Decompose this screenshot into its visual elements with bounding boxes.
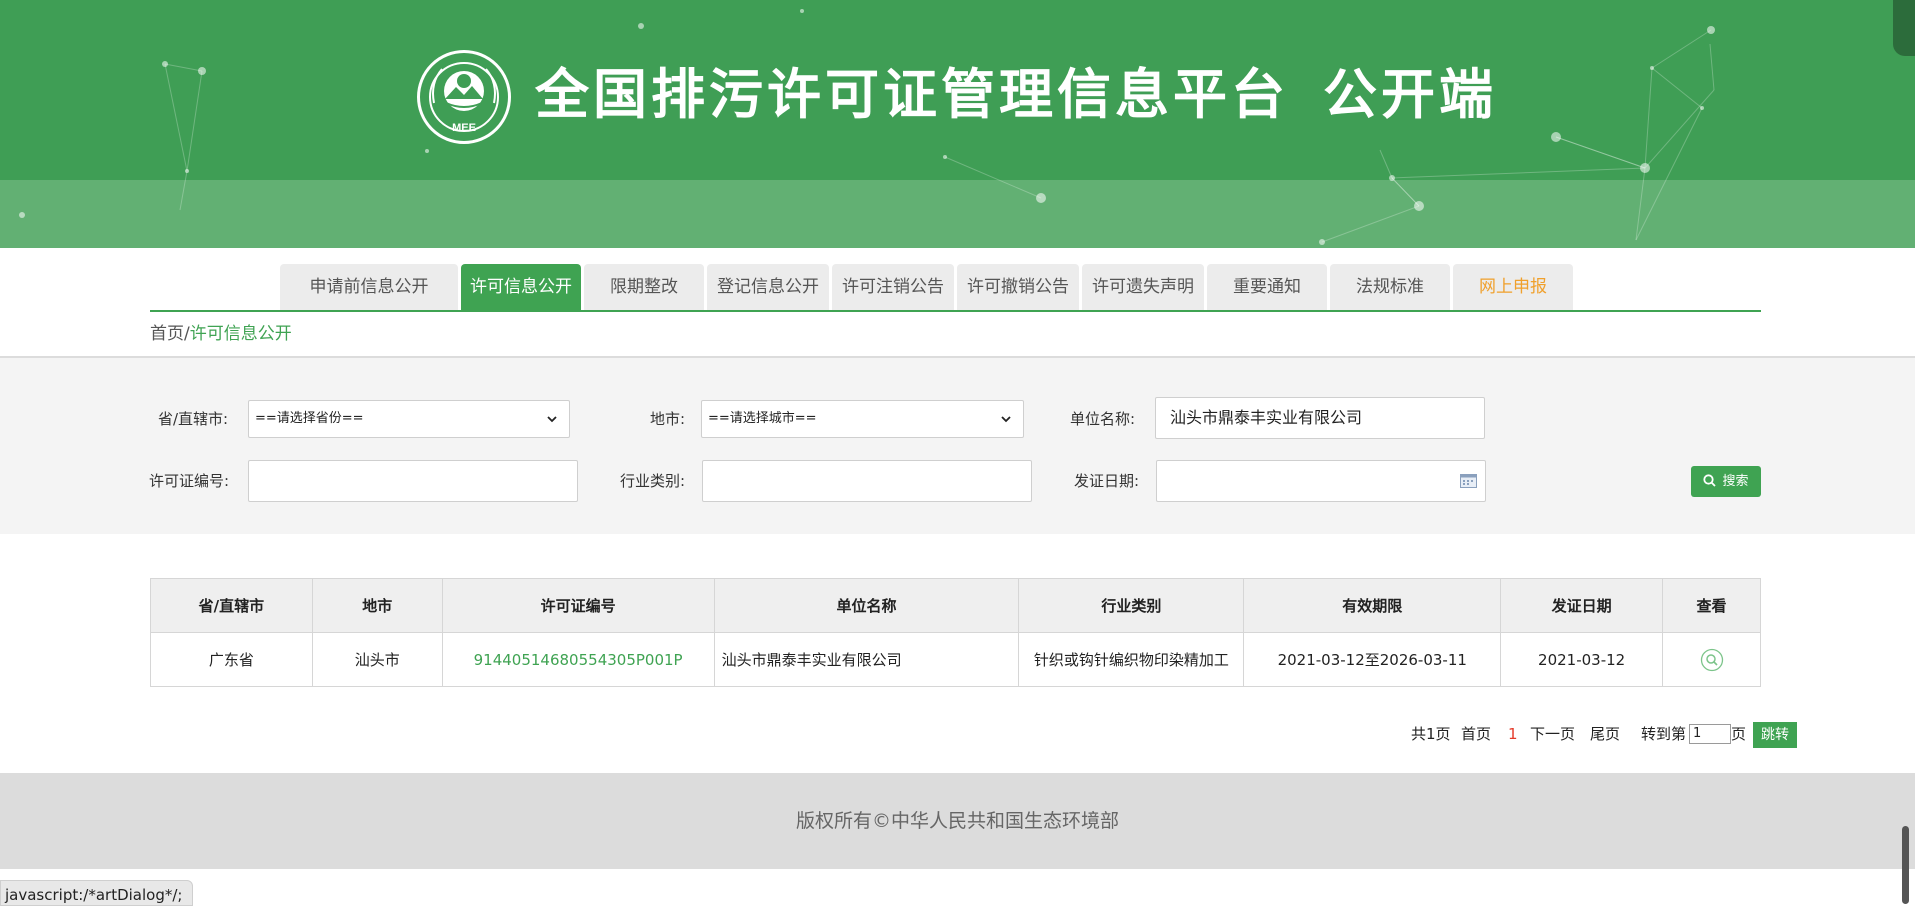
issue-date-label: 发证日期: (1074, 472, 1140, 490)
search-icon (1703, 473, 1717, 487)
col-header-industry: 行业类别 (1018, 578, 1245, 633)
province-label: 省/直辖市: (158, 410, 229, 428)
main-nav: 申请前信息公开 许可信息公开 限期整改 登记信息公开 许可注销公告 许可撤销公告… (280, 264, 1573, 310)
pagination-total: 共1页 (1411, 725, 1451, 743)
breadcrumb: 首页/许可信息公开 (150, 322, 292, 346)
unit-name-input[interactable]: 汕头市鼎泰丰实业有限公司 (1155, 397, 1485, 439)
corner-tab[interactable] (1893, 0, 1915, 56)
breadcrumb-current[interactable]: 许可信息公开 (190, 324, 292, 344)
search-panel (0, 356, 1915, 534)
cell-province: 广东省 (150, 632, 313, 687)
breadcrumb-home[interactable]: 首页 (150, 324, 184, 344)
footer-copyright: 版权所有©中华人民共和国生态环境部 (795, 810, 1119, 832)
table-row: 广东省 汕头市 91440514680554305P001P 汕头市鼎泰丰实业有… (150, 632, 1761, 687)
site-title-sub: 公开端 (1323, 63, 1497, 126)
pagination-first[interactable]: 首页 (1461, 722, 1491, 746)
nav-divider (150, 310, 1761, 312)
footer: 版权所有©中华人民共和国生态环境部 (0, 773, 1915, 869)
search-button[interactable]: 搜索 (1691, 466, 1761, 497)
site-title-main: 全国排污许可证管理信息平台 (535, 63, 1289, 126)
city-select-value: ==请选择城市== (708, 411, 817, 426)
nav-item-regulations[interactable]: 法规标准 (1330, 264, 1450, 310)
search-icon[interactable] (1700, 648, 1724, 672)
pagination-last[interactable]: 尾页 (1590, 722, 1620, 746)
browser-status-bar: javascript:/*artDialog*/; (0, 880, 194, 906)
cell-unit: 汕头市鼎泰丰实业有限公司 (713, 632, 1020, 687)
col-header-view: 查看 (1662, 578, 1761, 633)
col-header-issue-date: 发证日期 (1500, 578, 1664, 633)
nav-item-rectification[interactable]: 限期整改 (584, 264, 704, 310)
calendar-icon[interactable] (1460, 473, 1477, 488)
col-header-province: 省/直辖市 (150, 578, 313, 633)
nav-item-revocation[interactable]: 许可撤销公告 (957, 264, 1079, 310)
scrollbar-thumb[interactable] (1902, 826, 1909, 904)
pagination-goto-prefix: 转到第 (1641, 725, 1687, 743)
province-select-value: ==请选择省份== (255, 411, 364, 426)
col-header-validity: 有效期限 (1243, 578, 1502, 633)
col-header-license-no: 许可证编号 (441, 578, 715, 633)
pagination-jump-button[interactable]: 跳转 (1753, 722, 1797, 748)
nav-item-license-info[interactable]: 许可信息公开 (461, 264, 581, 310)
col-header-city: 地市 (311, 578, 443, 633)
chevron-down-icon (547, 416, 557, 423)
chevron-down-icon (1001, 416, 1011, 423)
pagination-goto-suffix: 页 (1731, 725, 1747, 743)
cell-industry: 针织或钩针编织物印染精加工 (1018, 632, 1245, 687)
nav-item-pre-application[interactable]: 申请前信息公开 (280, 264, 458, 310)
license-no-link[interactable]: 91440514680554305P001P (474, 651, 683, 669)
col-header-unit: 单位名称 (713, 578, 1020, 633)
industry-label: 行业类别: (620, 472, 686, 490)
nav-item-notices[interactable]: 重要通知 (1207, 264, 1327, 310)
pagination-next[interactable]: 下一页 (1530, 722, 1575, 746)
nav-item-online-report[interactable]: 网上申报 (1453, 264, 1573, 310)
nav-item-cancellation[interactable]: 许可注销公告 (832, 264, 954, 310)
cell-issue-date: 2021-03-12 (1500, 632, 1664, 687)
cell-validity: 2021-03-12至2026-03-11 (1243, 632, 1502, 687)
cell-view (1662, 632, 1761, 687)
cell-license-no: 91440514680554305P001P (441, 632, 715, 687)
nav-item-loss-statement[interactable]: 许可遗失声明 (1082, 264, 1204, 310)
city-label: 地市: (650, 410, 686, 428)
industry-input[interactable] (702, 460, 1032, 502)
nav-item-registration[interactable]: 登记信息公开 (707, 264, 829, 310)
search-button-label: 搜索 (1722, 474, 1749, 489)
site-header: MEE 全国排污许可证管理信息平台 公开端 (0, 0, 1915, 248)
svg-text:MEE: MEE (452, 122, 476, 134)
pagination-goto-input[interactable]: 1 (1689, 724, 1731, 744)
unit-name-label: 单位名称: (1070, 410, 1136, 428)
pagination-current[interactable]: 1 (1508, 722, 1518, 746)
license-no-label: 许可证编号: (149, 472, 230, 490)
mee-logo: MEE (417, 50, 511, 144)
issue-date-input[interactable] (1156, 460, 1486, 502)
status-bar-url: javascript:/*artDialog*/; (5, 886, 183, 904)
city-select[interactable]: ==请选择城市== (701, 400, 1024, 438)
table-header-row: 省/直辖市 地市 许可证编号 单位名称 行业类别 有效期限 发证日期 查看 (150, 578, 1761, 633)
site-title: 全国排污许可证管理信息平台 公开端 (535, 60, 1497, 130)
province-select[interactable]: ==请选择省份== (248, 400, 570, 438)
license-no-input[interactable] (248, 460, 578, 502)
cell-city: 汕头市 (311, 632, 443, 687)
results-table: 省/直辖市 地市 许可证编号 单位名称 行业类别 有效期限 发证日期 查看 广东… (150, 578, 1761, 687)
